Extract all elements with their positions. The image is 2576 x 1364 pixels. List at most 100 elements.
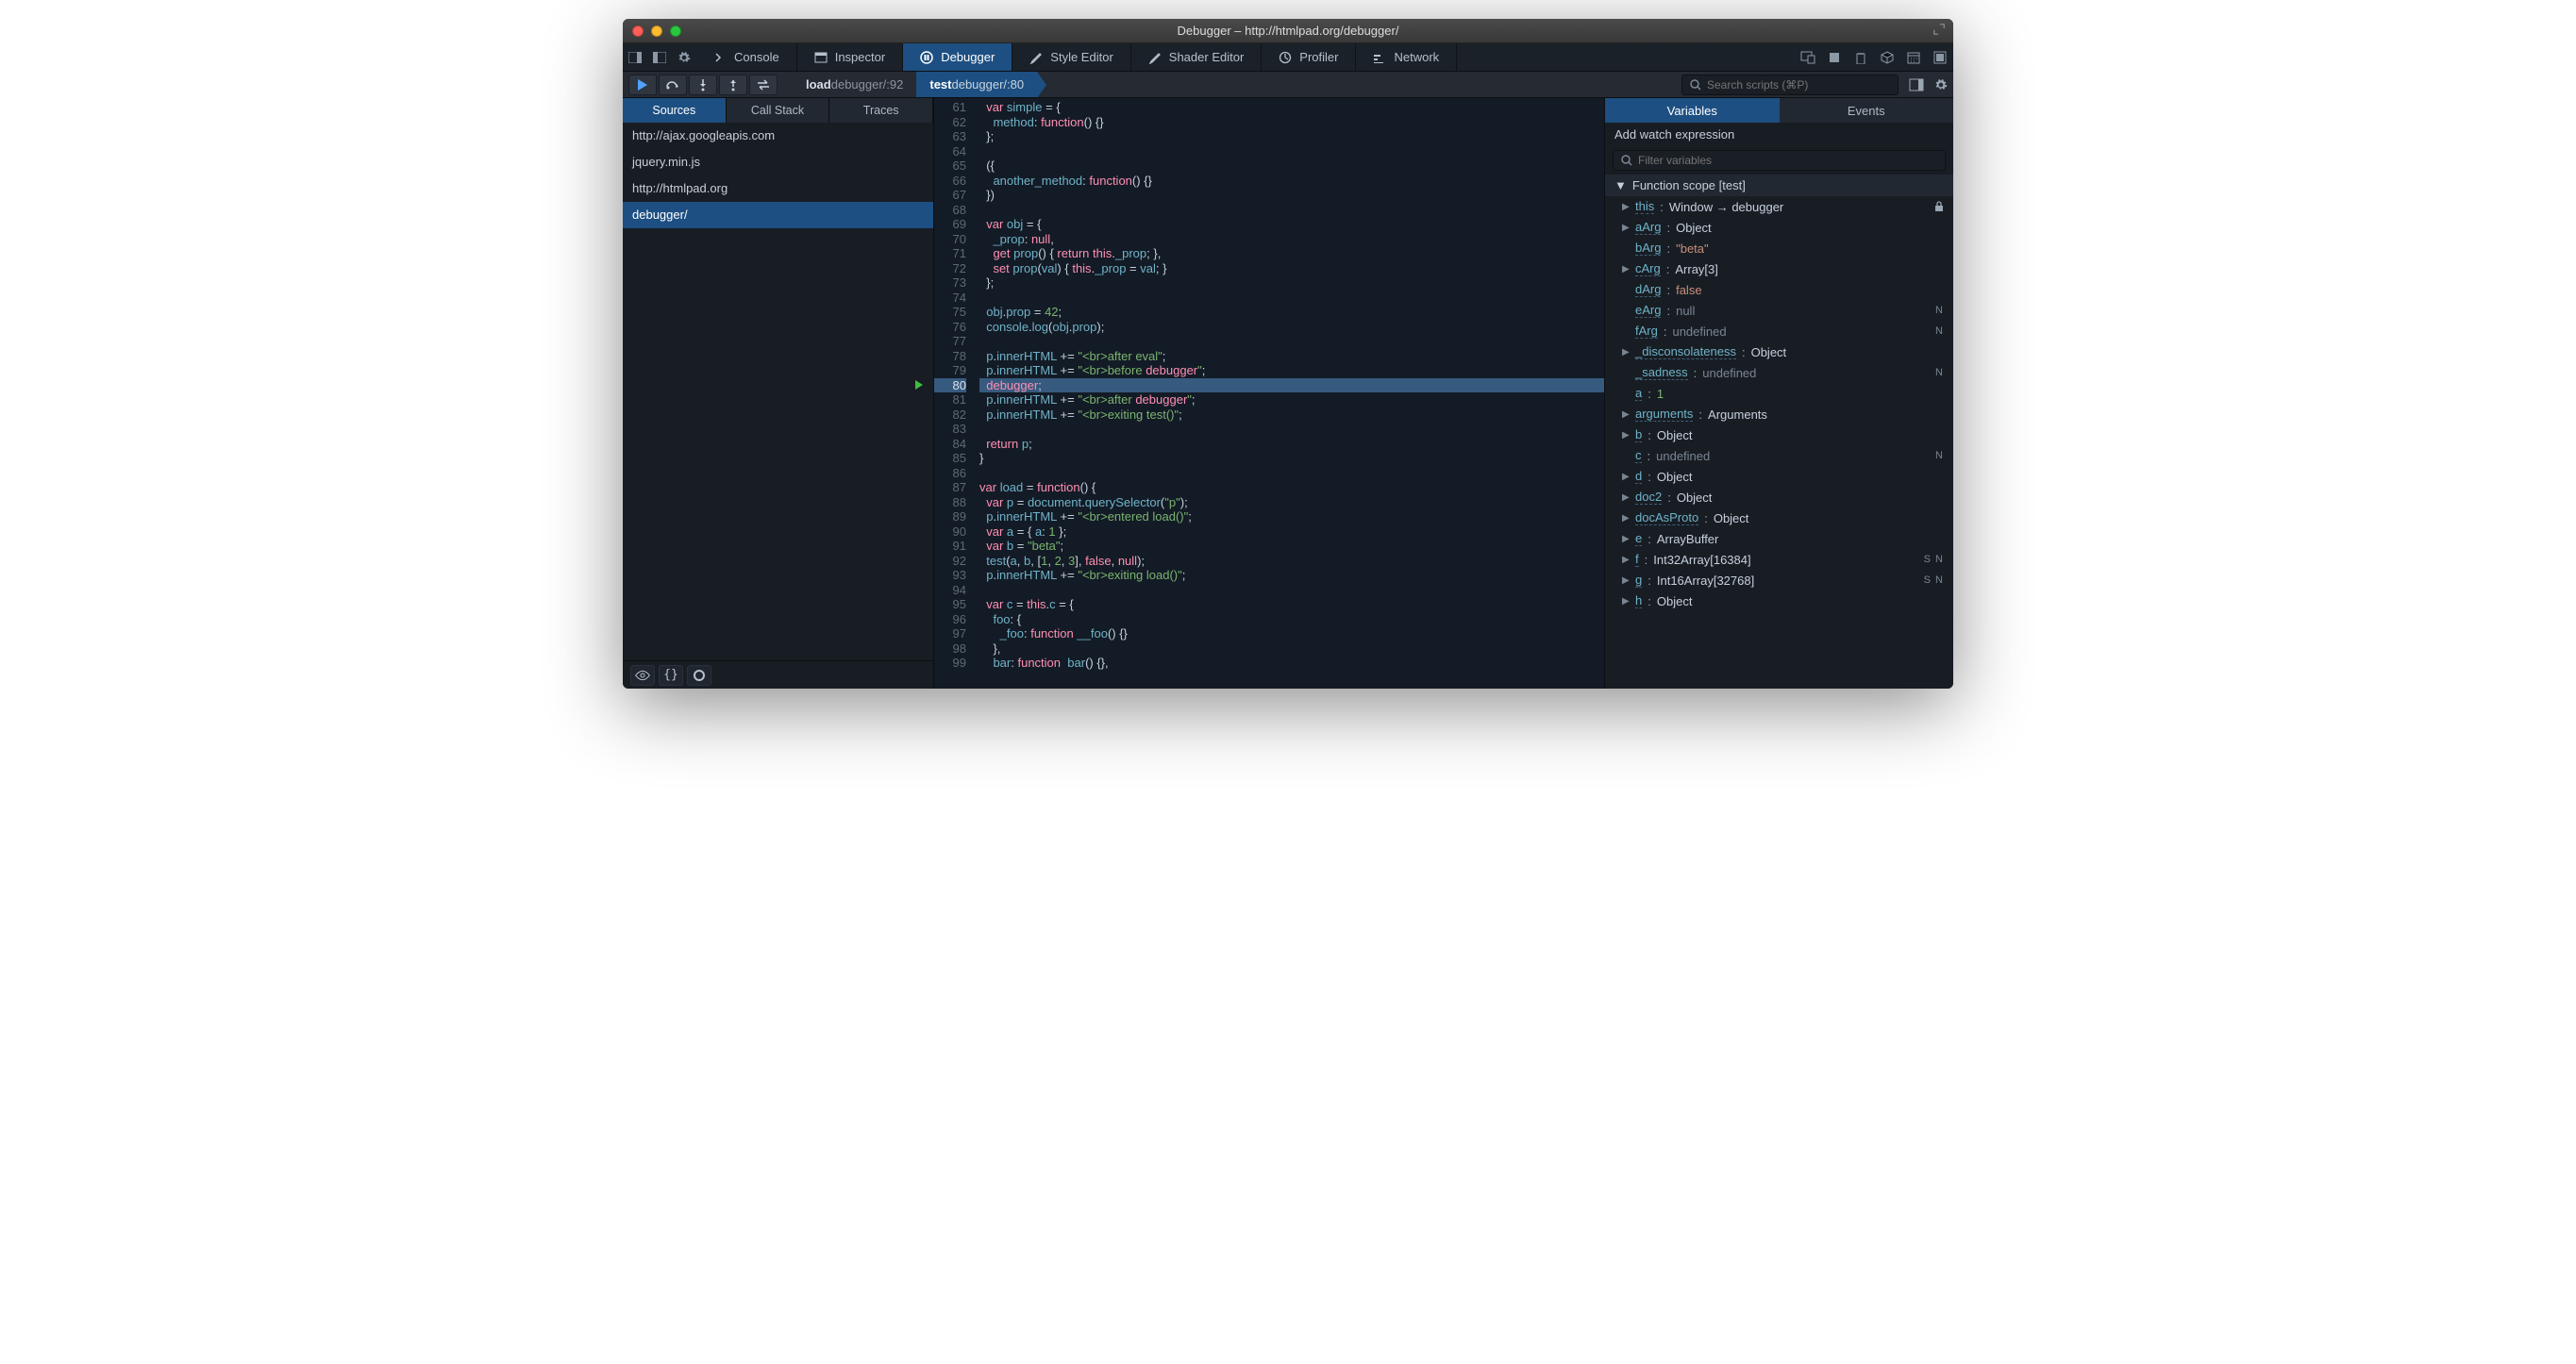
tool-tab-shader-editor[interactable]: Shader Editor [1131,43,1263,71]
dock-window-icon[interactable] [647,43,672,71]
twisty-icon: ▶ [1622,202,1631,212]
variable-row[interactable]: ▶docAsProto:Object [1605,507,1953,528]
zoom-traffic-light[interactable] [670,25,681,37]
add-watch-expression[interactable]: Add watch expression [1605,123,1953,146]
tool-tab-console[interactable]: Console [696,43,797,71]
box3d-icon[interactable] [1874,43,1900,71]
sources-list: http://ajax.googleapis.comjquery.min.jsh… [623,123,933,660]
variable-value: Object [1676,221,1712,235]
responsive-icon[interactable] [1795,43,1821,71]
source-item[interactable]: jquery.min.js [623,149,933,175]
resume-button[interactable] [628,75,657,95]
calendar-icon[interactable] [1900,43,1927,71]
variable-row[interactable]: eArg:nullN [1605,300,1953,321]
tool-tab-profiler[interactable]: Profiler [1262,43,1356,71]
tool-tab-network[interactable]: Network [1356,43,1457,71]
debugger-toolbar: load debugger/:92test debugger/:80 [623,72,1953,98]
network-icon [1373,51,1386,64]
maximize-icon[interactable] [1932,23,1948,38]
minimize-traffic-light[interactable] [651,25,662,37]
twisty-icon: ▶ [1622,534,1631,544]
variable-name: _disconsolateness [1635,344,1736,359]
variable-value: undefined [1672,324,1726,339]
tool-tab-style-editor[interactable]: Style Editor [1012,43,1130,71]
script-search-input[interactable] [1707,78,1890,91]
toggle-panes-icon[interactable] [1904,75,1929,95]
scratchpad-icon[interactable] [1848,43,1874,71]
twisty-icon: ▶ [1622,264,1631,274]
variable-value: Object [1714,511,1749,525]
variable-row[interactable]: ▶cArg:Array[3] [1605,258,1953,279]
source-item[interactable]: http://htmlpad.org [623,175,933,202]
paintflash-icon[interactable] [1821,43,1848,71]
debugger-icon [920,51,933,64]
variable-row[interactable]: ▶aArg:Object [1605,217,1953,238]
variables-panel: VariablesEvents Add watch expression ▼ F… [1604,98,1953,689]
step-in-button[interactable] [689,75,717,95]
variable-row[interactable]: ▶_disconsolateness:Object [1605,341,1953,362]
filter-variables[interactable] [1613,150,1946,171]
variable-name: _sadness [1635,365,1688,380]
stackframe-test[interactable]: test debugger/:80 [916,72,1037,97]
variable-row[interactable]: ▶e:ArrayBuffer [1605,528,1953,549]
dock-side-icon[interactable] [623,43,647,71]
tool-tab-inspector[interactable]: Inspector [797,43,903,71]
varpanel-tab-events[interactable]: Events [1780,98,1954,123]
debugger-settings-gear-icon[interactable] [1929,75,1953,95]
variable-name: d [1635,469,1642,484]
variable-row[interactable]: ▶f:Int32Array[16384]S N [1605,549,1953,570]
variable-value: Object [1751,345,1787,359]
swap-icon[interactable] [749,75,778,95]
variable-value: undefined [1702,366,1756,380]
sidebar-tab-traces[interactable]: Traces [829,98,933,123]
filter-variables-input[interactable] [1638,154,1937,167]
source-item[interactable]: http://ajax.googleapis.com [623,123,933,149]
variable-row[interactable]: ▶this:Window → debugger [1605,196,1953,217]
variable-badge: N [1935,305,1944,316]
debugger-window: Debugger – http://htmlpad.org/debugger/ … [623,19,1953,689]
tool-tab-debugger[interactable]: Debugger [903,43,1012,71]
varpanel-tab-variables[interactable]: Variables [1605,98,1780,123]
script-search[interactable] [1681,75,1899,95]
profiler-icon [1279,51,1292,64]
variable-row[interactable]: fArg:undefinedN [1605,321,1953,341]
variable-row[interactable]: ▶doc2:Object [1605,487,1953,507]
variable-value: Array[3] [1675,262,1718,276]
variable-value: "beta" [1676,241,1709,256]
step-out-button[interactable] [719,75,747,95]
variable-name: b [1635,427,1642,442]
callstack-breadcrumb: load debugger/:92test debugger/:80 [793,72,1037,97]
step-over-button[interactable] [659,75,687,95]
variable-row[interactable]: ▶b:Object [1605,424,1953,445]
variable-row[interactable]: ▶d:Object [1605,466,1953,487]
twisty-icon: ▶ [1622,409,1631,420]
line-gutter: 6162636465666768697071727374757677787980… [934,98,974,689]
sidebar-tab-sources[interactable]: Sources [623,98,727,123]
variable-name: docAsProto [1635,510,1698,525]
variable-row[interactable]: ▶g:Int16Array[32768]S N [1605,570,1953,591]
settings-gear-icon[interactable] [672,43,696,71]
variable-row[interactable]: ▶h:Object [1605,591,1953,611]
close-traffic-light[interactable] [632,25,644,37]
variable-row[interactable]: dArg:false [1605,279,1953,300]
variable-row[interactable]: c:undefinedN [1605,445,1953,466]
twisty-icon: ▶ [1622,472,1631,482]
variable-row[interactable]: bArg:"beta" [1605,238,1953,258]
sources-sidebar: SourcesCall StackTraces http://ajax.goog… [623,98,934,689]
window-title: Debugger – http://htmlpad.org/debugger/ [623,24,1953,38]
twisty-icon: ▶ [1622,430,1631,441]
trace-icon[interactable] [687,665,711,686]
source-item[interactable]: debugger/ [623,202,933,228]
code-editor[interactable]: 6162636465666768697071727374757677787980… [934,98,1604,689]
stackframe-load[interactable]: load debugger/:92 [793,72,916,97]
variable-row[interactable]: a:1 [1605,383,1953,404]
variable-row[interactable]: ▶arguments:Arguments [1605,404,1953,424]
twisty-icon: ▶ [1622,596,1631,607]
variable-row[interactable]: _sadness:undefinedN [1605,362,1953,383]
scope-header[interactable]: ▼ Function scope [test] [1605,175,1953,196]
sidebar-tab-call-stack[interactable]: Call Stack [727,98,830,123]
popup-icon[interactable] [1927,43,1953,71]
blackbox-icon[interactable] [630,665,655,686]
variable-name: a [1635,386,1642,401]
prettyprint-icon[interactable]: {} [659,665,683,686]
